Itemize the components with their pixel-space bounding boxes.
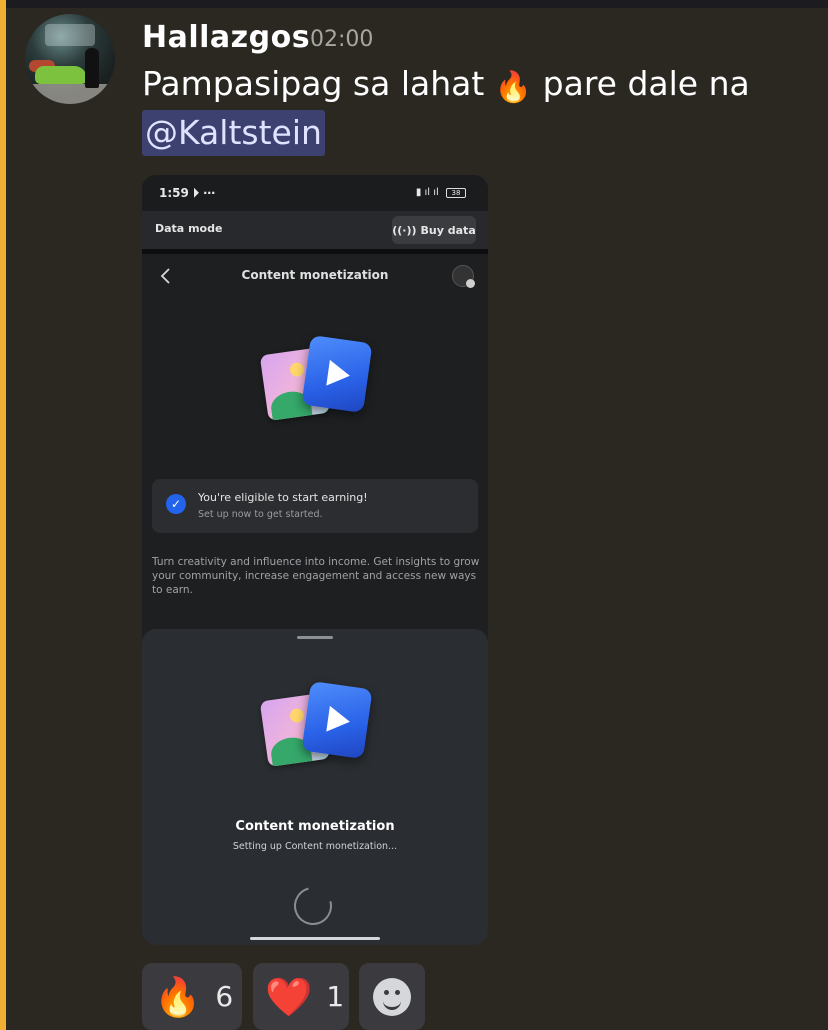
eligibility-banner: ✓ You're eligible to start earning! Set … — [152, 479, 478, 533]
reaction-count: 1 — [326, 980, 345, 1013]
eligibility-subtitle: Set up now to get started. — [198, 509, 323, 520]
add-reaction-icon — [373, 977, 411, 1016]
check-icon: ✓ — [166, 494, 186, 514]
avatar-light — [45, 24, 95, 46]
sheet-title: Content monetization — [235, 819, 395, 834]
monetization-description: Turn creativity and influence into incom… — [152, 556, 480, 596]
author-name[interactable]: Hallazgos — [142, 20, 310, 55]
sheet-subtitle: Setting up Content monetization... — [232, 841, 398, 852]
buy-data-label: Buy data — [420, 223, 476, 237]
eligibility-title: You're eligible to start earning! — [198, 491, 368, 504]
add-reaction-button[interactable] — [359, 963, 425, 1030]
message-text: Pampasipag sa lahat 🔥 pare dale na — [142, 64, 750, 105]
user-mention[interactable]: @Kaltstein — [142, 110, 325, 156]
profile-switch-icon[interactable] — [452, 265, 475, 288]
page-title: Content monetization — [241, 268, 389, 282]
data-mode-label: Data mode — [155, 222, 223, 235]
phone-status-bar: 1:59 ⏵ ⋯ ▮ ıl ıl 38 — [142, 175, 488, 211]
avatar-floor — [25, 84, 115, 104]
reaction-count: 6 — [215, 980, 234, 1013]
data-mode-bar: Data mode ((·)) Buy data — [142, 211, 488, 249]
play-card-icon — [301, 681, 373, 759]
image-attachment[interactable]: 1:59 ⏵ ⋯ ▮ ıl ıl 38 Data mode ((·)) Buy … — [142, 175, 488, 945]
chevron-down-icon — [466, 279, 475, 288]
fire-emoji-icon: 🔥 — [154, 974, 202, 1019]
message-timestamp[interactable]: 02:00 — [310, 27, 373, 52]
message-text-end: pare dale na — [532, 64, 750, 103]
bottom-sheet: Content monetization Setting up Content … — [142, 629, 488, 945]
status-time: 1:59 ⏵ ⋯ — [159, 186, 216, 200]
buy-data-button[interactable]: ((·)) Buy data — [392, 216, 476, 244]
heart-emoji-icon: ❤️ — [265, 974, 313, 1019]
top-bar — [0, 0, 828, 8]
avatar-car-green — [35, 66, 87, 84]
signal-icon: ▮ ıl ıl 38 — [416, 187, 466, 198]
sheet-illustration-icon — [258, 681, 378, 781]
broadcast-icon: ((·)) — [392, 223, 417, 237]
avatar[interactable] — [25, 14, 115, 104]
loading-spinner-icon — [287, 880, 339, 932]
highlight-bar — [0, 0, 6, 1030]
fire-emoji: 🔥 — [494, 70, 533, 105]
sheet-handle[interactable] — [297, 636, 333, 639]
reaction-fire[interactable]: 🔥 6 — [142, 963, 242, 1030]
battery-icon: 38 — [446, 188, 466, 198]
reaction-heart[interactable]: ❤️ 1 — [253, 963, 349, 1030]
message-text-start: Pampasipag sa lahat — [142, 64, 495, 103]
play-card-icon — [301, 335, 373, 413]
nav-bar: Content monetization — [142, 254, 488, 298]
monetization-illustration-icon — [258, 335, 378, 435]
avatar-person — [85, 48, 99, 88]
home-indicator — [250, 937, 380, 940]
